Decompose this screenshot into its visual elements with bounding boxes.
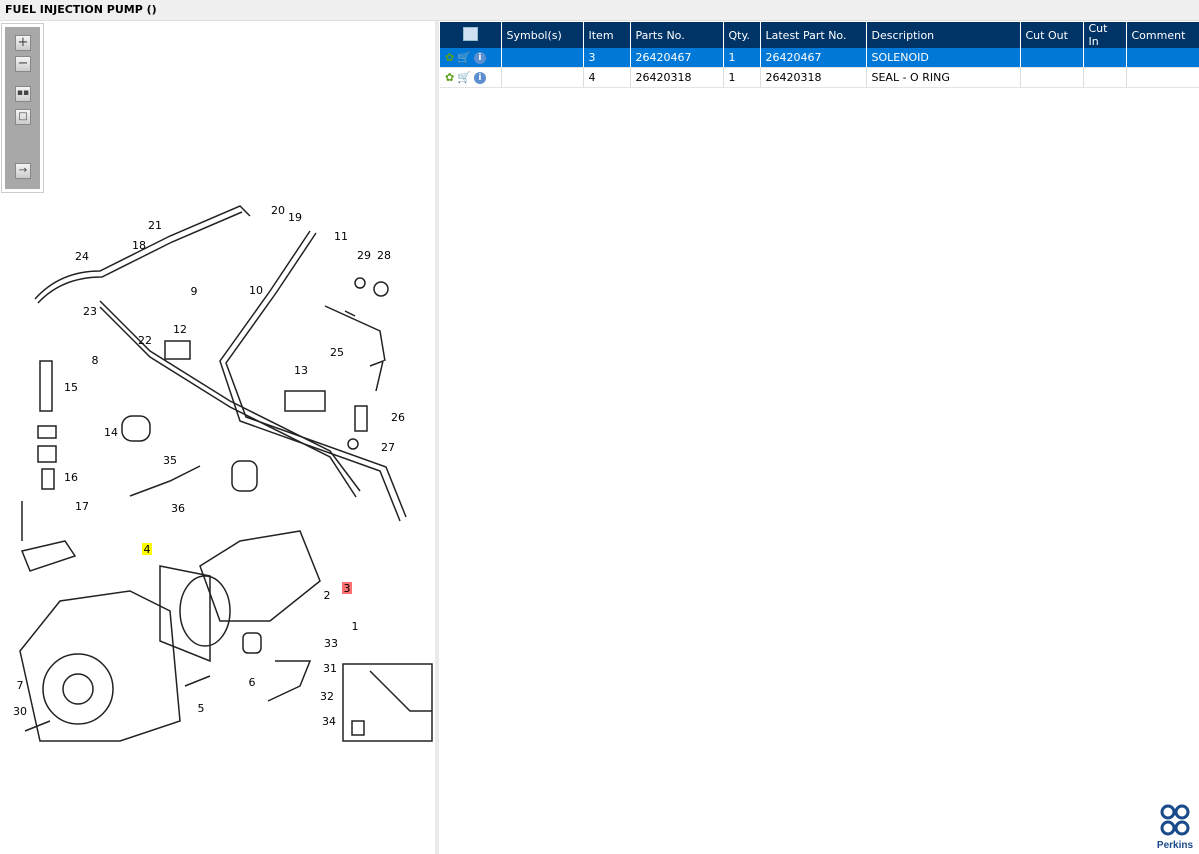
page-title: FUEL INJECTION PUMP () bbox=[5, 3, 157, 16]
item-cell: 3 bbox=[583, 48, 631, 68]
perkins-logo-icon bbox=[1160, 804, 1190, 836]
zoom-out-icon[interactable]: − bbox=[15, 56, 31, 72]
column-header-parts-no[interactable]: Parts No. bbox=[630, 22, 724, 48]
callout-15[interactable]: 15 bbox=[64, 381, 78, 394]
column-header-item[interactable]: Item bbox=[583, 22, 631, 48]
description-cell: SEAL - O RING bbox=[866, 67, 1021, 88]
callout-30[interactable]: 30 bbox=[13, 705, 27, 718]
perkins-logo: Perkins bbox=[1155, 803, 1195, 851]
callout-14[interactable]: 14 bbox=[104, 426, 118, 439]
column-header-latest-part-no[interactable]: Latest Part No. bbox=[760, 22, 867, 48]
column-header-cut-in[interactable]: Cut In bbox=[1083, 22, 1127, 48]
callout-25[interactable]: 25 bbox=[330, 346, 344, 359]
comment-cell[interactable] bbox=[1126, 48, 1199, 68]
logo-text: Perkins bbox=[1156, 840, 1194, 851]
column-header-description[interactable]: Description bbox=[866, 22, 1021, 48]
cut-in-cell bbox=[1083, 67, 1127, 88]
callout-28[interactable]: 28 bbox=[377, 249, 391, 262]
callout-10[interactable]: 10 bbox=[249, 284, 263, 297]
callout-27[interactable]: 27 bbox=[381, 441, 395, 454]
diagram-panel[interactable]: 21 20 19 11 18 24 29 28 9 10 23 22 12 25 8 15 13 14 26 27 35… bbox=[0, 21, 435, 854]
callout-13[interactable]: 13 bbox=[294, 364, 308, 377]
column-header-search[interactable] bbox=[440, 22, 502, 48]
column-header-comment[interactable]: Comment bbox=[1126, 22, 1199, 48]
callout-23[interactable]: 23 bbox=[83, 305, 97, 318]
callout-36[interactable]: 36 bbox=[171, 502, 185, 515]
callout-20[interactable]: 20 bbox=[271, 204, 285, 217]
cut-out-cell bbox=[1020, 48, 1084, 68]
callout-34[interactable]: 34 bbox=[322, 715, 336, 728]
search-icon[interactable] bbox=[462, 26, 478, 41]
callout-18[interactable]: 18 bbox=[132, 239, 146, 252]
callout-2[interactable]: 2 bbox=[324, 589, 331, 602]
parts-table: Symbol(s) Item Parts No. Qty. Latest Par… bbox=[440, 22, 1199, 88]
callout-24[interactable]: 24 bbox=[75, 250, 89, 263]
column-header-cut-out[interactable]: Cut Out bbox=[1020, 22, 1084, 48]
cart-icon[interactable]: 🛒 bbox=[457, 51, 471, 64]
parts-no-cell: 26420318 bbox=[630, 67, 724, 88]
callout-17[interactable]: 17 bbox=[75, 500, 89, 513]
expand-panel-icon[interactable]: → bbox=[15, 163, 31, 179]
callout-9[interactable]: 9 bbox=[191, 285, 198, 298]
fit-all-icon[interactable]: ▪▪ bbox=[15, 86, 31, 102]
description-cell: SOLENOID bbox=[866, 48, 1021, 68]
symbols-cell bbox=[501, 48, 584, 68]
parts-diagram: 212019111824 29 289 10232212258151314262735… bbox=[13, 204, 433, 742]
callout-4[interactable]: 4 bbox=[144, 543, 151, 556]
callout-29[interactable]: 29 bbox=[357, 249, 371, 262]
panel-splitter[interactable] bbox=[435, 21, 439, 854]
qty-cell: 1 bbox=[723, 48, 761, 68]
info-icon[interactable]: i bbox=[473, 71, 486, 84]
item-cell: 4 bbox=[583, 67, 631, 88]
parts-no-cell: 26420467 bbox=[630, 48, 724, 68]
title-bar: FUEL INJECTION PUMP () bbox=[0, 0, 1199, 21]
table-row[interactable]: ✿ 🛒 i 4 26420318 1 26420318 SEAL - O RING bbox=[440, 67, 1199, 88]
diagram-toolbar: + − ▪▪ □ → bbox=[1, 23, 44, 193]
callout-8[interactable]: 8 bbox=[92, 354, 99, 367]
actual-size-icon[interactable]: □ bbox=[15, 109, 31, 125]
callout-11[interactable]: 11 bbox=[334, 230, 348, 243]
callout-12[interactable]: 12 bbox=[173, 323, 187, 336]
qty-cell: 1 bbox=[723, 67, 761, 88]
table-header: Symbol(s) Item Parts No. Qty. Latest Par… bbox=[440, 22, 1199, 48]
callout-6[interactable]: 6 bbox=[249, 676, 256, 689]
diagram-drawing bbox=[19, 205, 433, 742]
callout-33[interactable]: 33 bbox=[324, 637, 338, 650]
column-header-qty[interactable]: Qty. bbox=[723, 22, 761, 48]
callout-16[interactable]: 16 bbox=[64, 471, 78, 484]
callout-19[interactable]: 19 bbox=[288, 211, 302, 224]
callout-32[interactable]: 32 bbox=[320, 690, 334, 703]
cart-icon[interactable]: 🛒 bbox=[457, 71, 471, 84]
zoom-in-icon[interactable]: + bbox=[15, 35, 31, 51]
info-icon[interactable]: i bbox=[473, 51, 486, 64]
callout-31[interactable]: 31 bbox=[323, 662, 337, 675]
callout-3[interactable]: 3 bbox=[344, 582, 351, 595]
column-header-symbols[interactable]: Symbol(s) bbox=[501, 22, 584, 48]
callout-7[interactable]: 7 bbox=[17, 679, 24, 692]
callout-22[interactable]: 22 bbox=[138, 334, 152, 347]
callout-5[interactable]: 5 bbox=[198, 702, 205, 715]
table-row[interactable]: ✿ 🛒 i 3 26420467 1 26420467 SOLENOID bbox=[440, 48, 1199, 68]
latest-part-no-cell: 26420318 bbox=[760, 67, 867, 88]
cut-in-cell bbox=[1083, 48, 1127, 68]
callout-21[interactable]: 21 bbox=[148, 219, 162, 232]
cut-out-cell bbox=[1020, 67, 1084, 88]
gear-icon[interactable]: ✿ bbox=[445, 51, 454, 64]
callout-26[interactable]: 26 bbox=[391, 411, 405, 424]
gear-icon[interactable]: ✿ bbox=[445, 71, 454, 84]
callout-35[interactable]: 35 bbox=[163, 454, 177, 467]
latest-part-no-cell: 26420467 bbox=[760, 48, 867, 68]
comment-cell[interactable] bbox=[1126, 67, 1199, 88]
callout-1[interactable]: 1 bbox=[352, 620, 359, 633]
symbols-cell bbox=[501, 67, 584, 88]
